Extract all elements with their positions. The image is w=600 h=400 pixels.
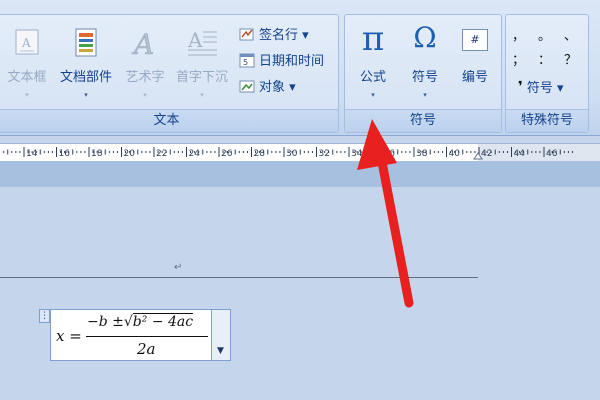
ruler-tick-label: 34: [351, 149, 363, 159]
sqrt-icon: √: [123, 314, 133, 330]
special-symbols-group: ， 。 、 ； ： ？ ❜ 符号 ▾ 特殊符号: [505, 14, 589, 133]
ruler-strip: [0, 161, 600, 187]
symbols-group: π 公式 ▾ Ω 符号 ▾ # 编号 符号: [344, 14, 502, 133]
symbol-glyph[interactable]: ：: [538, 49, 551, 68]
text-group-label: 文本: [0, 109, 338, 132]
ruler-tick-label: 36: [384, 149, 396, 159]
chevron-down-icon: ▾: [25, 91, 29, 99]
symbol-glyph[interactable]: ，: [512, 25, 525, 44]
chevron-down-icon: ▾: [84, 91, 88, 99]
equation-box[interactable]: x = −b ±√b² − 4ac 2a: [50, 309, 212, 361]
paragraph-mark: ↵: [174, 262, 183, 273]
symbol-glyph[interactable]: ？: [564, 49, 577, 68]
equation-move-handle[interactable]: ⋮: [39, 309, 50, 323]
object-button[interactable]: 对象 ▾: [239, 76, 296, 95]
ruler-tick-label: 22: [156, 149, 167, 159]
ruler-tick-label: 14: [26, 149, 38, 159]
numbering-button[interactable]: # 编号: [449, 15, 501, 111]
svg-text:A: A: [131, 28, 154, 59]
ruler-tick-label: 40: [449, 149, 461, 159]
equation-denominator: 2a: [137, 340, 156, 358]
document-parts-button[interactable]: 文档部件 ▾: [53, 15, 119, 111]
wordart-button[interactable]: A 艺术字 ▾: [117, 15, 173, 111]
ruler-tick-label: 28: [254, 149, 266, 159]
ruler-tick-label: 44: [514, 149, 526, 159]
equation-numerator-lead: −b ±: [87, 314, 124, 330]
ribbon: A 文本框 ▾ 文档部件 ▾ A 艺术字 ▾ A 首字下沉 ▾ 签名行 ▾ 5 …: [0, 0, 600, 136]
svg-text:A: A: [21, 36, 31, 50]
equation-lhs: x =: [56, 327, 82, 345]
ruler-tick-label: 38: [416, 149, 428, 159]
ruler-tick-label: 26: [221, 149, 233, 159]
date-time-button[interactable]: 5 日期和时间: [239, 50, 324, 69]
symbols-group-label: 符号: [345, 109, 501, 132]
special-symbols-group-label: 特殊符号: [506, 109, 588, 132]
equation-radicand: b² − 4ac: [132, 313, 194, 330]
quote-mark-icon: ❜: [518, 78, 523, 95]
equation-options-dropdown[interactable]: ▼: [212, 309, 231, 361]
equation-numerator: −b ±√b² − 4ac: [87, 313, 194, 330]
omega-symbol-icon: Ω: [413, 21, 437, 54]
symbol-button[interactable]: Ω 符号 ▾: [399, 15, 451, 111]
text-group: A 文本框 ▾ 文档部件 ▾ A 艺术字 ▾ A 首字下沉 ▾ 签名行 ▾ 5 …: [0, 14, 339, 133]
ruler-tick-label: 18: [91, 149, 103, 159]
special-symbol-button[interactable]: ❜ 符号 ▾: [518, 77, 564, 97]
chevron-down-icon: ▾: [200, 91, 204, 99]
document-parts-icon: [72, 27, 100, 63]
ruler-tick-label: 46: [546, 149, 558, 159]
svg-text:5: 5: [243, 58, 248, 67]
drop-cap-icon: A: [186, 27, 218, 63]
equation-button[interactable]: π 公式 ▾: [347, 15, 399, 111]
chevron-down-icon: ▾: [423, 91, 427, 99]
symbol-glyph[interactable]: ；: [512, 49, 525, 68]
fraction-bar: [86, 336, 208, 337]
ruler-tick-label: 16: [59, 149, 71, 159]
text-box-icon: A: [13, 27, 41, 61]
svg-text:A: A: [187, 28, 203, 52]
drop-cap-button[interactable]: A 首字下沉 ▾: [171, 15, 233, 111]
date-time-icon: 5: [239, 52, 255, 68]
symbol-glyph[interactable]: 、: [564, 25, 577, 44]
number-icon: #: [462, 29, 488, 51]
symbol-glyph[interactable]: 。: [538, 25, 551, 44]
horizontal-ruler[interactable]: 14 16 18 20 22 24 26 28 30 32 34 36 38 40 42 44 46: [0, 143, 600, 162]
pi-equation-icon: π: [361, 19, 385, 59]
ruler-tick-label: 30: [286, 149, 298, 159]
ruler-tick-label: 42: [481, 149, 492, 159]
wordart-icon: A: [131, 27, 159, 63]
ruler-tick-label: 32: [319, 149, 330, 159]
ruler-tick-label: 20: [124, 149, 136, 159]
text-box-button[interactable]: A 文本框 ▾: [0, 15, 55, 111]
chevron-down-icon: ▼: [217, 346, 224, 356]
ruler-ticks: 14 16 18 20 22 24 26 28 30 32 34 36 38 40 42 44 46: [3, 147, 573, 160]
signature-line-icon: [239, 26, 255, 42]
chevron-down-icon: ▾: [143, 91, 147, 99]
page-edge-line: [0, 277, 478, 278]
signature-line-button[interactable]: 签名行 ▾: [239, 24, 309, 43]
ruler-tick-label: 24: [189, 149, 201, 159]
object-icon: [239, 78, 255, 94]
chevron-down-icon: ▾: [371, 91, 375, 99]
